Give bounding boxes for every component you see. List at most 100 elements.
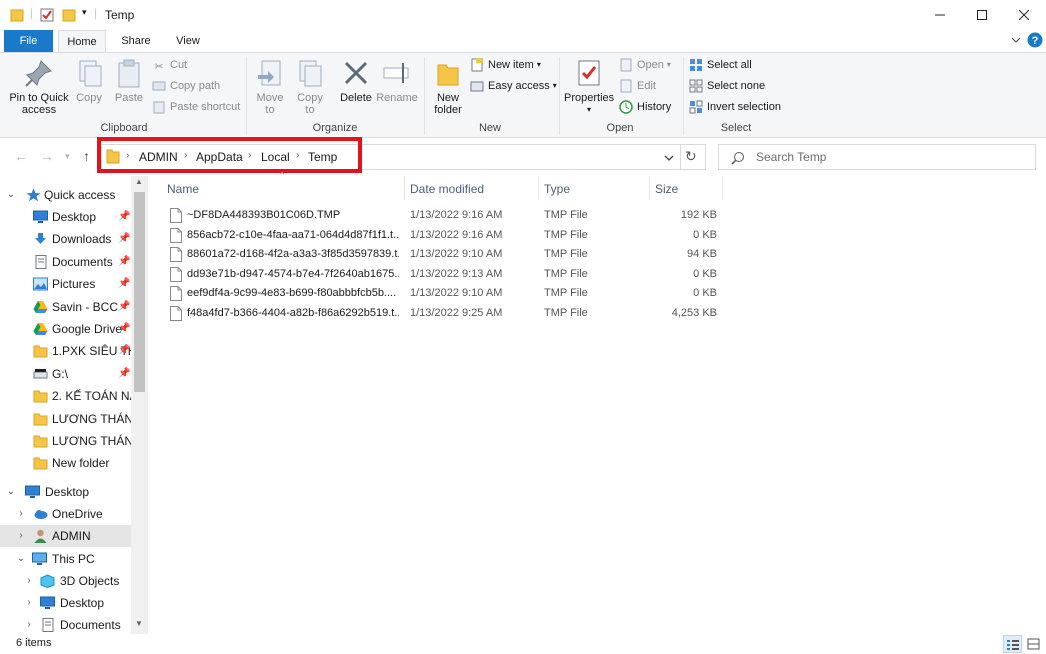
details-view-button[interactable] [1003, 635, 1022, 653]
nav-quick-access-item[interactable]: Google Drive 📌 [0, 318, 131, 340]
tab-file[interactable]: File [4, 30, 53, 52]
nav-quick-access-item[interactable]: New folder [0, 452, 131, 474]
history-button[interactable]: History [619, 98, 671, 116]
nav-quick-access-item[interactable]: 1.PXK SIÊU TH 📌 [0, 340, 131, 362]
pin-icon[interactable]: 📌 [118, 206, 130, 228]
pin-icon[interactable]: 📌 [118, 363, 130, 385]
help-icon[interactable]: ? [1027, 32, 1043, 48]
move-to-button[interactable]: Move to [252, 57, 288, 116]
chevron-right-icon[interactable]: › [24, 570, 34, 592]
nav-quick-access-item[interactable]: Documents 📌 [0, 251, 131, 273]
nav-quick-access-item[interactable]: G:\ 📌 [0, 363, 131, 385]
file-name: f48a4fd7-b366-4404-a82b-f86a6292b519.t..… [187, 306, 399, 319]
copy-to-icon [299, 60, 322, 87]
chevron-down-icon[interactable]: ⌄ [6, 184, 16, 206]
chevron-down-icon[interactable]: ⌄ [6, 481, 16, 503]
pin-to-quick-access-button[interactable]: Pin to Quick access [6, 57, 72, 116]
nav-quick-access-item[interactable]: LƯƠNG THÁNG [0, 430, 131, 452]
column-date-modified[interactable]: Date modified [410, 182, 484, 196]
open-button[interactable]: Open ▾ [619, 56, 671, 74]
chevron-right-icon[interactable]: › [16, 503, 26, 525]
divider[interactable] [538, 176, 539, 200]
up-icon[interactable]: ↑ [83, 148, 90, 164]
pin-icon[interactable]: 📌 [118, 318, 130, 340]
file-row[interactable]: dd93e71b-d947-4574-b7e4-7f2640ab1675... 1… [155, 264, 725, 284]
column-type[interactable]: Type [544, 182, 570, 196]
invert-selection-button[interactable]: Invert selection [689, 98, 781, 116]
forward-icon[interactable]: → [40, 148, 54, 164]
new-item-button[interactable]: New item ▾ [470, 56, 541, 74]
pin-icon[interactable]: 📌 [118, 228, 130, 250]
divider[interactable] [404, 176, 405, 200]
pin-icon[interactable]: 📌 [118, 251, 130, 273]
address-dropdown-icon[interactable] [664, 153, 674, 163]
new-folder-quick-icon[interactable] [62, 8, 76, 22]
copy-button[interactable]: Copy [74, 57, 104, 104]
expand-ribbon-icon[interactable] [1011, 35, 1021, 45]
new-folder-button[interactable]: New folder [430, 57, 466, 116]
scroll-up-icon[interactable]: ▲ [135, 177, 143, 186]
close-button[interactable] [1001, 0, 1046, 30]
nav-scrollbar-thumb[interactable] [134, 192, 145, 392]
nav-quick-access-item[interactable]: Pictures 📌 [0, 273, 131, 295]
drive-icon [33, 368, 48, 379]
nav-onedrive[interactable]: › OneDrive [0, 503, 131, 525]
nav-quick-access-item[interactable]: 2. KẾ TOÁN NĂM [0, 385, 131, 407]
scroll-down-icon[interactable]: ▼ [135, 619, 143, 628]
nav-this-pc[interactable]: ⌄ This PC [0, 548, 131, 570]
google-drive-icon [33, 323, 48, 335]
file-row[interactable]: ~DF8DA448393B01C06D.TMP 1/13/2022 9:16 AM… [155, 205, 725, 225]
recent-locations-icon[interactable]: ▾ [65, 151, 70, 162]
cut-button[interactable]: ✂ Cut [152, 56, 187, 74]
rename-button[interactable]: Rename [376, 57, 418, 104]
delete-button[interactable]: Delete [338, 57, 374, 104]
file-row[interactable]: eef9df4a-9c99-4e83-b699-f80abbbfcb5b....… [155, 283, 725, 303]
copy-to-button[interactable]: Copy to [292, 57, 328, 116]
pin-icon[interactable]: 📌 [118, 296, 130, 318]
refresh-icon[interactable]: ↻ [685, 148, 697, 165]
nav-quick-access-item[interactable]: LƯƠNG THÁNG [0, 408, 131, 430]
properties-quick-icon[interactable] [40, 8, 54, 22]
maximize-button[interactable] [959, 0, 1005, 30]
file-row[interactable]: 856acb72-c10e-4faa-aa71-064d4d87f1f1.t..… [155, 225, 725, 245]
edit-button[interactable]: Edit [619, 77, 656, 95]
file-row[interactable]: f48a4fd7-b366-4404-a82b-f86a6292b519.t..… [155, 303, 725, 323]
file-row[interactable]: 88601a72-d168-4f2a-a3a3-3f85d3597839.t..… [155, 244, 725, 264]
nav-documents-pc[interactable]: › Documents [0, 614, 131, 634]
delete-label: Delete [340, 92, 372, 104]
customize-toolbar-icon[interactable]: ▾ [82, 7, 87, 18]
rename-icon [383, 63, 409, 83]
copy-path-button[interactable]: Copy path [152, 77, 220, 95]
select-none-button[interactable]: Select none [689, 77, 765, 95]
paste-button[interactable]: Paste [112, 57, 146, 104]
column-name[interactable]: Name [167, 182, 199, 196]
back-icon[interactable]: ← [14, 148, 28, 164]
nav-3d-objects[interactable]: › 3D Objects [0, 570, 131, 592]
column-size[interactable]: Size [655, 182, 678, 196]
large-icons-view-button[interactable] [1024, 635, 1043, 653]
nav-admin[interactable]: › ADMIN [0, 525, 131, 547]
tab-view[interactable]: View [170, 30, 206, 52]
nav-desktop-root[interactable]: ⌄ Desktop [0, 481, 131, 503]
search-box[interactable]: Search Temp [718, 144, 1036, 170]
tab-share[interactable]: Share [116, 30, 156, 52]
nav-quick-access-item[interactable]: Downloads 📌 [0, 228, 131, 250]
nav-quick-access-item[interactable]: Desktop 📌 [0, 206, 131, 228]
chevron-right-icon[interactable]: › [24, 592, 34, 614]
pin-icon[interactable]: 📌 [118, 273, 130, 295]
chevron-right-icon[interactable]: › [16, 525, 26, 547]
chevron-down-icon[interactable]: ⌄ [16, 548, 26, 570]
properties-button[interactable]: Properties ▾ [564, 57, 614, 116]
nav-quick-access[interactable]: ⌄ Quick access [0, 184, 131, 206]
chevron-right-icon[interactable]: › [24, 614, 34, 634]
divider[interactable] [649, 176, 650, 200]
paste-shortcut-button[interactable]: Paste shortcut [152, 98, 240, 116]
select-all-button[interactable]: Select all [689, 56, 752, 74]
nav-desktop-pc[interactable]: › Desktop [0, 592, 131, 614]
minimize-button[interactable] [917, 0, 963, 30]
divider[interactable] [722, 176, 723, 200]
tab-home[interactable]: Home [58, 30, 106, 52]
nav-quick-access-item[interactable]: Savin - BCC 📌 [0, 296, 131, 318]
pin-icon[interactable]: 📌 [118, 340, 130, 362]
easy-access-button[interactable]: Easy access ▾ [470, 77, 557, 95]
